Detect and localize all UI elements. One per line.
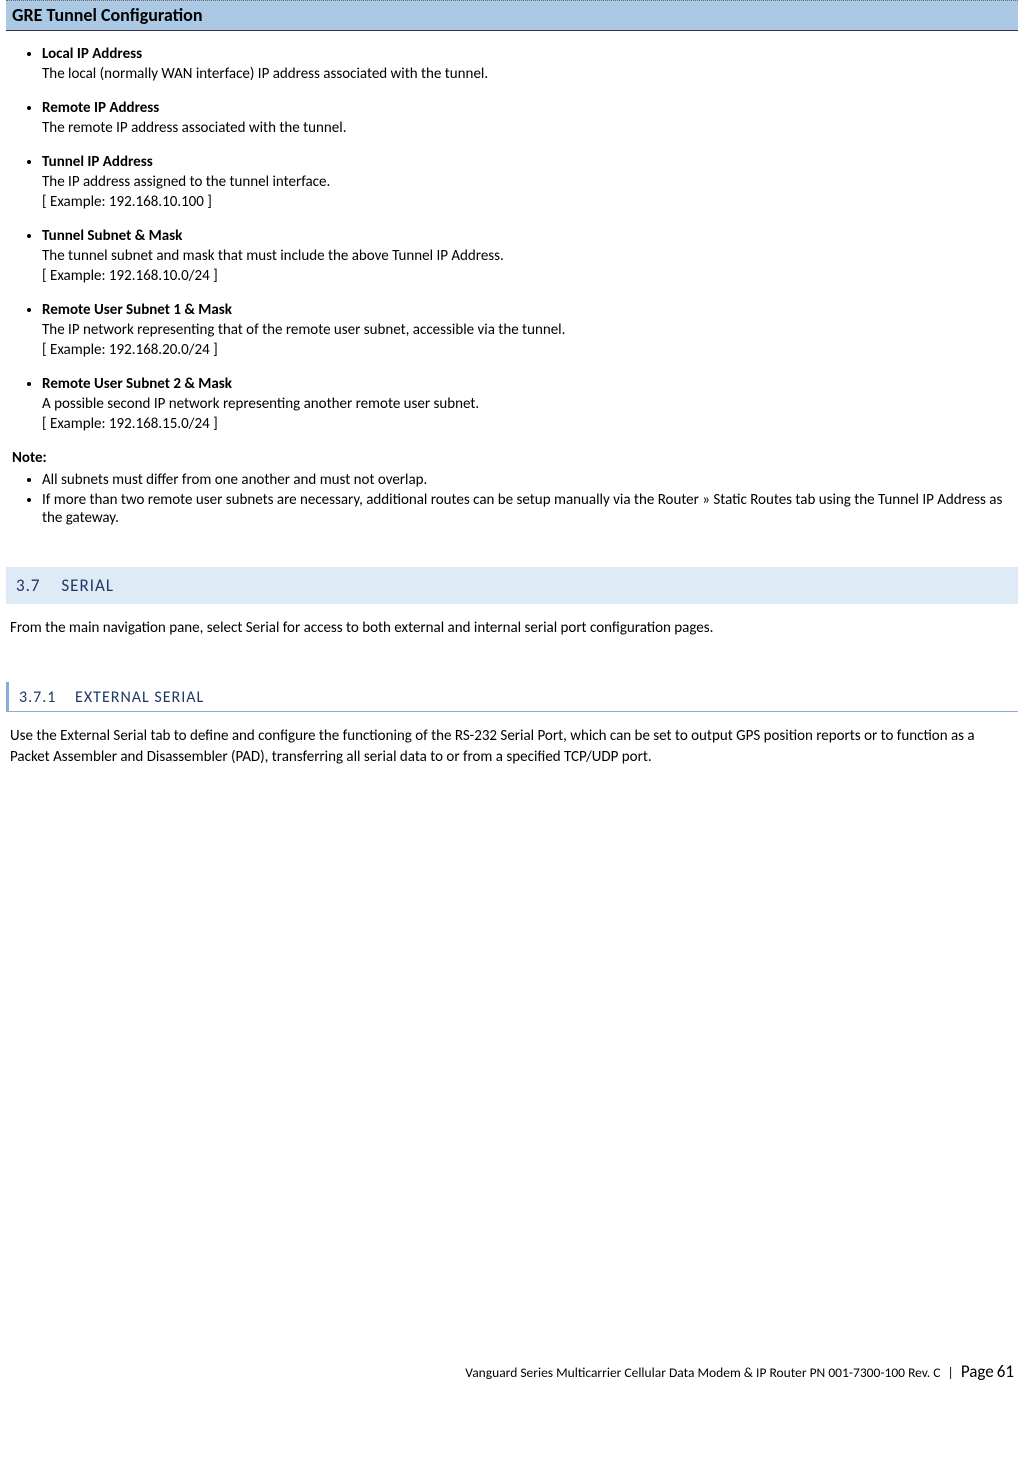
subheading-text: EXTERNAL SERIAL <box>75 688 204 707</box>
list-item: Tunnel Subnet & Mask The tunnel subnet a… <box>42 227 1018 285</box>
note-text: All subnets must differ from one another… <box>42 471 427 489</box>
param-example: [ Example: 192.168.10.100 ] <box>42 193 1018 211</box>
list-item: Remote User Subnet 2 & Mask A possible s… <box>42 375 1018 433</box>
note-list: All subnets must differ from one another… <box>6 471 1018 527</box>
list-item: If more than two remote user subnets are… <box>42 491 1018 527</box>
subheading-number: 3.7.1 <box>19 688 56 707</box>
footer-page-label: Page <box>961 1361 994 1382</box>
note-text: If more than two remote user subnets are… <box>42 491 1002 527</box>
param-title: Tunnel Subnet & Mask <box>42 227 182 245</box>
param-desc: The tunnel subnet and mask that must inc… <box>42 247 1018 265</box>
footer-divider: | <box>948 1364 954 1381</box>
heading-serial: 3.7 SERIAL <box>6 567 1018 604</box>
note-label: Note: <box>12 449 1018 467</box>
param-desc: The remote IP address associated with th… <box>42 119 1018 137</box>
param-title: Remote User Subnet 2 & Mask <box>42 375 232 393</box>
param-title: Remote IP Address <box>42 99 159 117</box>
param-title: Tunnel IP Address <box>42 153 153 171</box>
list-item: Local IP Address The local (normally WAN… <box>42 45 1018 83</box>
param-desc: The IP network representing that of the … <box>42 321 1018 339</box>
body-paragraph: Use the External Serial tab to define an… <box>10 726 1014 767</box>
param-example: [ Example: 192.168.10.0/24 ] <box>42 267 1018 285</box>
heading-text: SERIAL <box>61 575 114 596</box>
heading-number: 3.7 <box>16 575 41 596</box>
param-desc: A possible second IP network representin… <box>42 395 1018 413</box>
parameter-list: Local IP Address The local (normally WAN… <box>6 45 1018 433</box>
param-example: [ Example: 192.168.15.0/24 ] <box>42 415 1018 433</box>
subheading-external-serial: 3.7.1 EXTERNAL SERIAL <box>6 682 1018 712</box>
list-item: Remote IP Address The remote IP address … <box>42 99 1018 137</box>
param-desc: The local (normally WAN interface) IP ad… <box>42 65 1018 83</box>
param-title: Remote User Subnet 1 & Mask <box>42 301 232 319</box>
body-paragraph: From the main navigation pane, select Se… <box>10 618 1014 638</box>
footer-doc-title: Vanguard Series Multicarrier Cellular Da… <box>465 1364 940 1381</box>
section-banner-title: GRE Tunnel Configuration <box>12 4 203 26</box>
param-title: Local IP Address <box>42 45 142 63</box>
page-footer: Vanguard Series Multicarrier Cellular Da… <box>465 1361 1014 1382</box>
list-item: All subnets must differ from one another… <box>42 471 1018 489</box>
document-page: GRE Tunnel Configuration Local IP Addres… <box>0 0 1024 1400</box>
list-item: Remote User Subnet 1 & Mask The IP netwo… <box>42 301 1018 359</box>
param-desc: The IP address assigned to the tunnel in… <box>42 173 1018 191</box>
param-example: [ Example: 192.168.20.0/24 ] <box>42 341 1018 359</box>
footer-page-number: 61 <box>997 1361 1014 1382</box>
list-item: Tunnel IP Address The IP address assigne… <box>42 153 1018 211</box>
section-banner: GRE Tunnel Configuration <box>6 0 1018 31</box>
